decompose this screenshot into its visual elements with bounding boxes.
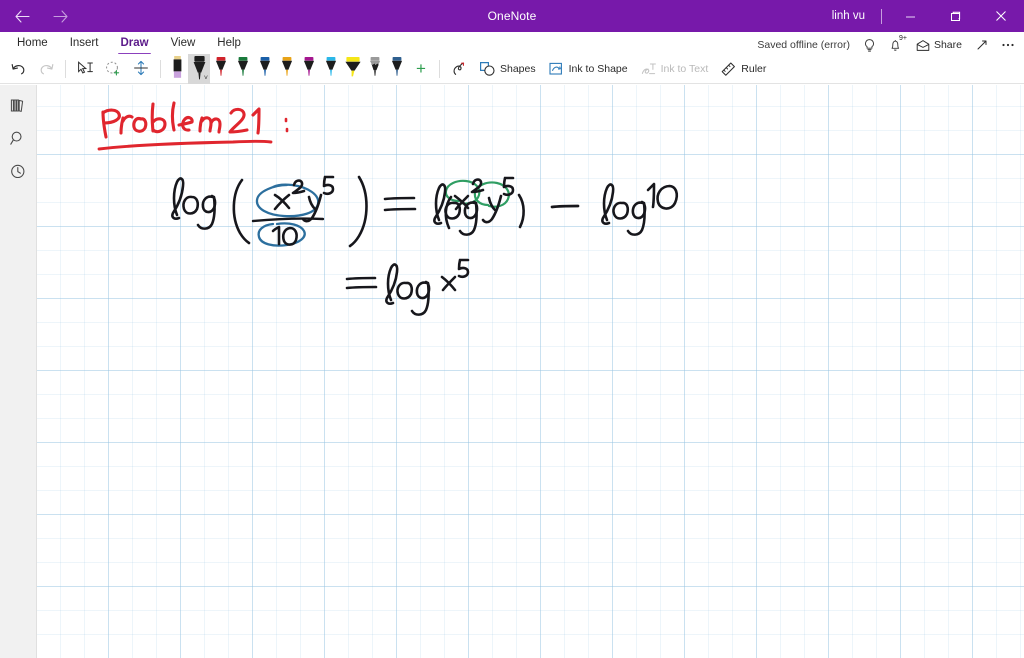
pen-blue[interactable] [254, 54, 276, 84]
search-icon[interactable] [0, 122, 36, 155]
handwritten-ink-layer [97, 101, 679, 316]
close-button[interactable] [978, 0, 1024, 32]
minimize-button[interactable] [888, 0, 933, 32]
title-bar-right: linh vu [822, 0, 1024, 32]
divider [881, 8, 882, 24]
ruler-label: Ruler [741, 62, 767, 75]
pen-green[interactable] [232, 54, 254, 84]
back-arrow-icon[interactable] [4, 1, 40, 31]
draw-toolbar: ˅ + Shapes Ink to Shape Ink to Text Rule… [0, 53, 1024, 84]
note-canvas[interactable] [37, 85, 1024, 658]
shapes-button[interactable]: Shapes [473, 55, 542, 83]
insert-space-tool[interactable] [127, 55, 155, 83]
pen-palette: ˅ [166, 53, 408, 84]
pen-navy[interactable] [386, 54, 408, 84]
undo-button[interactable] [4, 55, 32, 83]
notebooks-icon[interactable] [0, 89, 36, 122]
ruler-button[interactable]: Ruler [714, 55, 772, 83]
notification-badge: 9+ [898, 35, 907, 42]
ink-to-text-button[interactable]: Ink to Text [634, 55, 715, 83]
onenote-window: OneNote linh vu Home Insert Draw View He… [0, 0, 1024, 658]
pen-highlighter-lavender[interactable] [166, 54, 188, 84]
shapes-label: Shapes [500, 62, 536, 75]
ink-line-2 [345, 258, 470, 316]
pencil-gray[interactable] [364, 54, 386, 84]
title-bar: OneNote linh vu [0, 0, 1024, 32]
ink-to-shape-label: Ink to Shape [568, 62, 628, 75]
restore-button[interactable] [933, 0, 978, 32]
ink-to-shape-icon [548, 61, 565, 77]
ruler-icon [720, 61, 737, 77]
ink-heading-problem-21 [97, 101, 289, 151]
account-name[interactable]: linh vu [822, 10, 875, 22]
shapes-icon [479, 61, 496, 77]
divider [65, 59, 66, 78]
left-navigation-rail [0, 85, 37, 658]
ink-replay-button[interactable] [445, 55, 473, 83]
recent-notes-icon[interactable] [0, 155, 36, 188]
lasso-select-tool[interactable] [99, 55, 127, 83]
pen-magenta[interactable] [298, 54, 320, 84]
pen-orange[interactable] [276, 54, 298, 84]
pen-red[interactable] [210, 54, 232, 84]
highlighter-yellow[interactable] [342, 54, 364, 84]
share-icon [916, 39, 930, 52]
type-select-tool[interactable] [71, 55, 99, 83]
forward-arrow-icon[interactable] [42, 1, 78, 31]
share-label: Share [933, 39, 962, 51]
redo-button[interactable] [32, 55, 60, 83]
ink-to-text-label: Ink to Text [660, 62, 709, 75]
chevron-down-icon[interactable]: ˅ [204, 75, 208, 82]
ink-to-text-icon [640, 61, 657, 77]
divider [439, 59, 440, 78]
nav-buttons [0, 1, 78, 31]
add-pen-button[interactable]: + [408, 55, 434, 83]
divider [160, 59, 161, 78]
ink-line-1-equals [383, 196, 417, 212]
ink-to-shape-button[interactable]: Ink to Shape [542, 55, 634, 83]
save-status-label: Saved offline (error) [757, 39, 850, 51]
ink-line-1-right [433, 176, 679, 236]
pen-black-selected[interactable]: ˅ [188, 53, 210, 84]
pen-cyan[interactable] [320, 54, 342, 84]
